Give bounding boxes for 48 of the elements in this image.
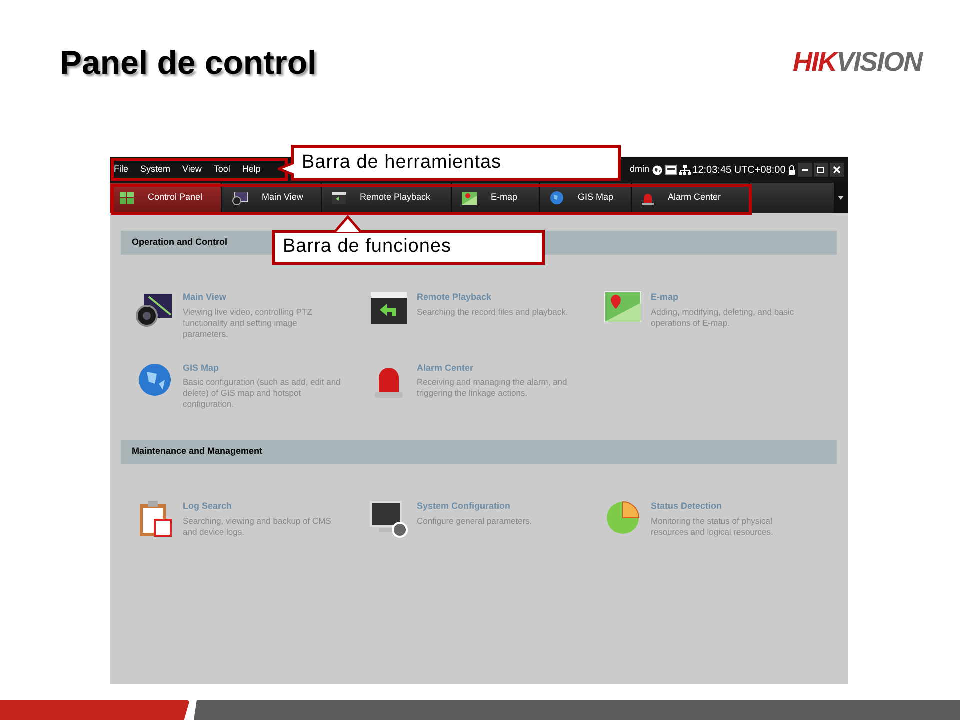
playback-icon [370,291,408,325]
item-description: Searching the record files and playback. [417,306,570,318]
callout-pointer [334,215,362,232]
item-description: Basic configuration (such as add, edit and delete) of GIS map and hotspot configuration. [183,377,342,410]
camera-icon [232,192,248,204]
monitor-gear-icon [369,500,409,538]
menu-item[interactable]: View [182,163,202,177]
siren-icon [642,192,654,204]
clipboard-icon [137,500,173,538]
globe-icon[interactable] [652,164,663,176]
tab[interactable]: E-map [452,183,540,213]
maximize-icon[interactable] [814,163,828,177]
tab[interactable]: Main View [222,183,322,213]
menu-item[interactable]: File [114,163,129,177]
network-icon[interactable] [678,165,691,175]
menu-item[interactable]: System [140,163,171,177]
section-header: Maintenance and Management [121,440,837,464]
item-description: Viewing live video, controlling PTZ functionality and setting image parameters. [183,306,314,340]
item-description: Receiving and managing the alarm, and triggering the linkage actions. [417,377,568,399]
item-description: Adding, modifying, deleting, and basic operations of E-map. [651,306,796,328]
tab[interactable]: Alarm Center [632,183,750,213]
grid-icon [120,192,134,204]
menu-item[interactable]: Tool [214,163,230,177]
clock-text: 12:03:45 UTC+08:00 [692,164,786,178]
lock-icon[interactable] [788,165,796,175]
tab[interactable]: Remote Playback [322,183,452,213]
globe-icon [137,362,173,398]
keyboard-icon[interactable] [664,165,677,175]
map-icon [462,192,477,204]
item-description: Configure general parameters. [417,516,534,526]
camera-icon [135,291,175,327]
item-description: Searching, viewing and backup of CMS and device logs. [183,516,332,538]
user-name: dmin [630,163,650,176]
dropdown-button[interactable] [834,183,848,213]
globe-icon [550,191,564,205]
slide-title: Panel de control [60,43,317,83]
close-icon[interactable] [830,163,844,177]
callout-pointer [278,162,294,176]
caret-icon [838,196,844,200]
item-description: Monitoring the status of physical resources and logical resources. [651,516,774,538]
logo-text: HIK [792,42,836,82]
playback-icon [332,192,346,204]
map-icon [604,291,642,323]
callout: Barra de herramientas [291,145,621,181]
menu-item[interactable]: Help [242,163,261,177]
tab[interactable]: GIS Map [540,183,632,213]
minimize-icon[interactable] [798,163,812,177]
pie-chart-icon [605,500,641,536]
